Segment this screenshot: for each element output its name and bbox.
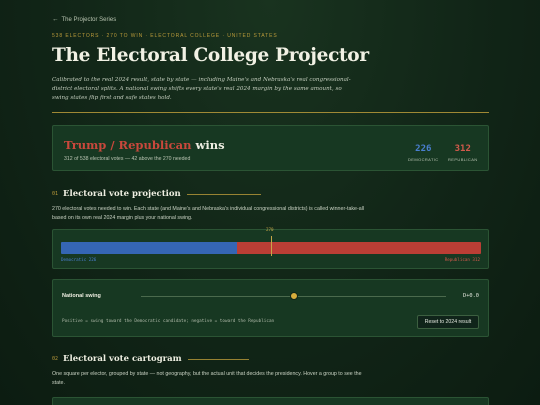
section-number: 02 [52,356,59,362]
lede: Calibrated to the real 2024 result, stat… [52,77,351,101]
swing-slider-thumb[interactable] [289,292,298,300]
winner-party: Trump / Republican [64,138,192,152]
winner-suffix: wins [195,138,225,152]
section-title: Electoral vote projection [63,189,181,199]
dem-bar-label: Democratic 226 [61,257,97,262]
section-rule [187,358,249,360]
reset-button[interactable]: Reset to 2024 result [417,315,479,329]
arrow-left-icon: ← [52,16,59,23]
rep-bar-segment [237,242,481,254]
dem-label: DEMOCRATIC [408,157,439,162]
cartogram-card [52,397,489,405]
section-heading-projection: 01 Electoral vote projection [52,189,261,199]
swing-control-card: National swing D+0.0 Positive = swing to… [52,279,489,337]
rep-label: REPUBLICAN [448,157,478,162]
swing-label: National swing [62,293,101,299]
section-title: Electoral vote cartogram [63,354,182,364]
section-number: 01 [52,191,59,197]
swing-value: D+0.0 [463,293,479,299]
projection-description: 270 electoral votes needed to win. Each … [52,206,365,221]
result-card: Trump / Republican wins 312 of 538 elect… [52,125,489,171]
winner-summary: 312 of 538 electoral votes — 42 above th… [64,156,191,162]
rep-bar-label: Republican 312 [444,257,480,262]
back-link-label: The Projector Series [61,16,117,23]
winner-headline: Trump / Republican wins [64,138,225,152]
divider [52,112,489,113]
rep-score: 312 REPUBLICAN [448,144,478,162]
dem-bar-segment [61,242,237,254]
kicker: 538 ELECTORS · 270 TO WIN · ELECTORAL CO… [52,33,278,39]
threshold-label: 270 [266,227,274,232]
threshold-marker [271,236,272,256]
section-heading-cartogram: 02 Electoral vote cartogram [52,354,249,364]
page-title: The Electoral College Projector [52,45,369,66]
rep-votes: 312 [454,144,471,154]
cartogram-description: One square per elector, grouped by state… [52,371,362,386]
projection-bar-card: 270 Democratic 226 Republican 312 [52,227,489,269]
swing-note: Positive = swing toward the Democratic c… [62,319,275,324]
dem-score: 226 DEMOCRATIC [408,144,439,162]
back-link[interactable]: ← The Projector Series [52,16,116,23]
section-rule [186,193,261,195]
dem-votes: 226 [415,144,432,154]
